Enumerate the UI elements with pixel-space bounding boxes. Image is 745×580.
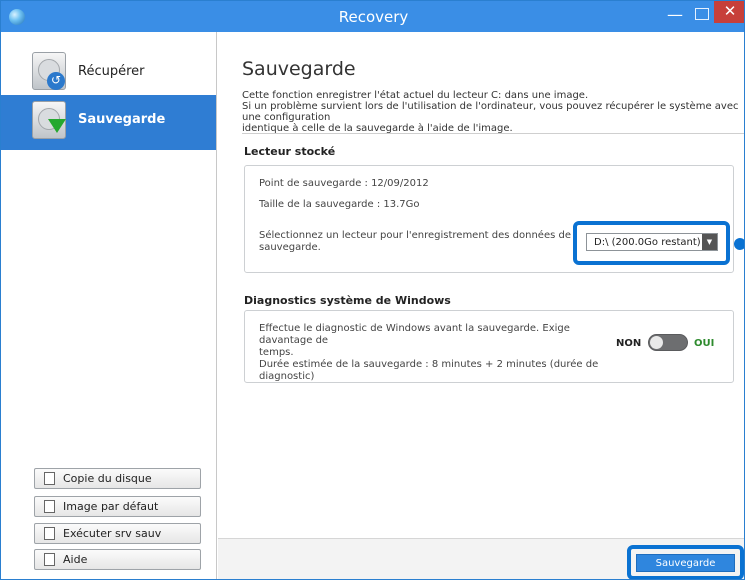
sidebar-item-recuperer[interactable]: ↺ Récupérer	[1, 46, 216, 101]
highlight-marker	[734, 238, 744, 250]
drive-select[interactable]: D:\ (200.0Go restant) ▼	[586, 233, 718, 251]
diagnostics-description: Effectue le diagnostic de Windows avant …	[259, 323, 599, 382]
run-service-icon	[44, 527, 55, 540]
storage-heading: Lecteur stocké	[244, 145, 336, 158]
chevron-down-icon[interactable]: ▼	[702, 234, 717, 250]
disk-restore-icon: ↺	[32, 52, 66, 90]
page-title: Sauvegarde	[242, 58, 356, 80]
drive-select-highlight: D:\ (200.0Go restant) ▼	[573, 221, 730, 265]
drive-select-value: D:\ (200.0Go restant)	[594, 237, 701, 248]
maximize-button[interactable]	[695, 8, 709, 20]
sidebar: ↺ Récupérer Sauvegarde Copie du disque I…	[1, 32, 217, 579]
backup-size-text: Taille de la sauvegarde : 13.7Go	[259, 199, 420, 210]
help-icon	[44, 553, 55, 566]
select-drive-prompt: Sélectionnez un lecteur pour l'enregistr…	[259, 230, 571, 253]
default-image-button[interactable]: Image par défaut	[34, 496, 201, 517]
disk-backup-icon	[32, 101, 66, 139]
title-bar: Recovery — ✕	[1, 1, 744, 32]
help-button[interactable]: Aide	[34, 549, 201, 570]
diagnostics-toggle[interactable]	[648, 334, 688, 351]
minimize-button[interactable]: —	[663, 5, 687, 27]
sidebar-item-label: Sauvegarde	[78, 112, 166, 127]
backup-point-text: Point de sauvegarde : 12/09/2012	[259, 178, 429, 189]
recovery-window: Recovery — ✕ ↺ Récupérer Sauvegarde Copi…	[0, 0, 745, 580]
copy-disk-icon	[44, 472, 55, 485]
toggle-off-label: NON	[616, 338, 642, 349]
window-title: Recovery	[338, 8, 409, 26]
default-image-icon	[44, 500, 55, 513]
close-button[interactable]: ✕	[714, 1, 744, 23]
sidebar-item-label: Récupérer	[78, 64, 145, 79]
toggle-on-label: OUI	[694, 338, 715, 349]
diagnostics-heading: Diagnostics système de Windows	[244, 294, 451, 307]
page-description: Cette fonction enregistrer l'état actuel…	[242, 90, 739, 134]
sidebar-item-sauvegarde[interactable]: Sauvegarde	[1, 95, 216, 150]
footer-bar: Sauvegarde	[218, 538, 744, 579]
run-service-button[interactable]: Exécuter srv sauv	[34, 523, 201, 544]
save-button[interactable]: Sauvegarde	[636, 554, 735, 572]
toggle-knob	[650, 336, 663, 349]
divider	[242, 133, 744, 134]
copy-disk-button[interactable]: Copie du disque	[34, 468, 201, 489]
main-panel: Sauvegarde Cette fonction enregistrer l'…	[218, 32, 744, 579]
save-button-highlight: Sauvegarde	[627, 545, 744, 579]
